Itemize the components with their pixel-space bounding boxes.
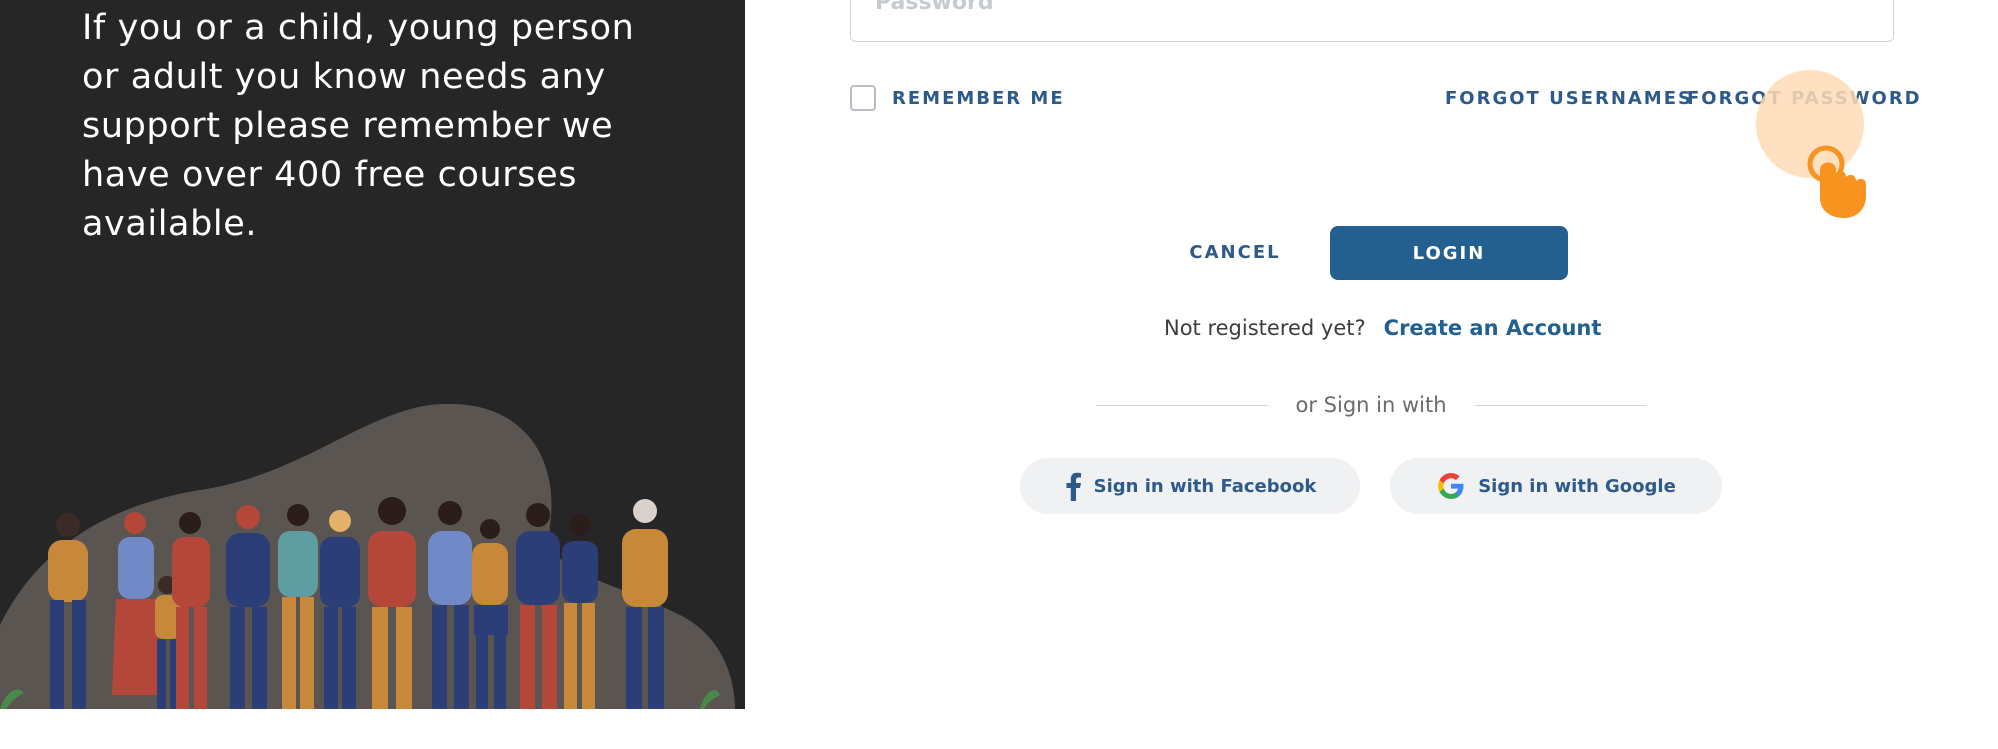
or-sign-in-with-text: or Sign in with [1295,393,1447,417]
facebook-sign-in-button[interactable]: Sign in with Facebook [1020,458,1360,514]
checkbox-box[interactable] [850,85,876,111]
support-message: If you or a child, young person or adult… [82,8,635,244]
register-row: Not registered yet? Create an Account [1164,316,1601,340]
left-info-panel: If you or a child, young person or adult… [0,0,745,709]
not-registered-text: Not registered yet? [1164,316,1366,340]
password-input[interactable] [850,0,1894,42]
google-sign-in-label: Sign in with Google [1478,475,1676,497]
facebook-sign-in-label: Sign in with Facebook [1093,475,1317,497]
remember-me-checkbox[interactable]: REMEMBER ME [850,85,1065,111]
hand-pointer-icon [1807,145,1866,218]
google-sign-in-button[interactable]: Sign in with Google [1390,458,1722,514]
remember-me-label: REMEMBER ME [892,87,1065,109]
community-people-illustration [0,403,735,709]
facebook-icon [1066,472,1081,501]
login-button[interactable]: LOGIN [1330,226,1568,280]
divider-line-left [1096,404,1268,406]
create-account-link[interactable]: Create an Account [1384,316,1602,340]
forgot-usernames-link[interactable]: FORGOT USERNAMES [1445,88,1693,109]
divider-line-right [1474,404,1647,406]
google-icon [1438,472,1464,499]
cancel-button[interactable]: CANCEL [1180,225,1290,279]
social-divider: or Sign in with [1096,393,1647,417]
